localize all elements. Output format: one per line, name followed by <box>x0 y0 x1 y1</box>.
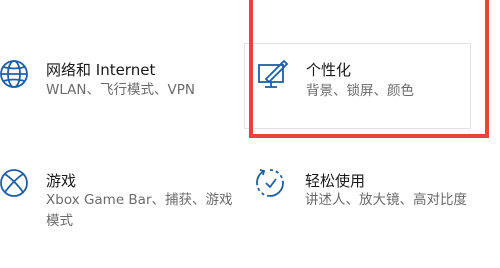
globe-icon <box>0 57 34 91</box>
highlight-annotation-box <box>249 0 489 138</box>
settings-tile-gaming[interactable]: 游戏 Xbox Game Bar、捕获、游戏模式 <box>0 160 240 250</box>
tile-title: 网络和 Internet <box>46 61 156 79</box>
tile-description: Xbox Game Bar、捕获、游戏模式 <box>46 192 233 229</box>
tile-title: 轻松使用 <box>305 172 366 190</box>
tile-description: 讲述人、放大镜、高对比度 <box>305 192 467 208</box>
tile-title: 游戏 <box>46 172 77 190</box>
settings-tile-ease-of-access[interactable]: 轻松使用 讲述人、放大镜、高对比度 <box>244 160 484 250</box>
settings-tile-network[interactable]: 网络和 Internet WLAN、飞行模式、VPN <box>0 45 240 125</box>
xbox-icon <box>0 166 34 200</box>
ease-of-access-icon <box>256 166 290 200</box>
tile-description: WLAN、飞行模式、VPN <box>46 82 195 98</box>
